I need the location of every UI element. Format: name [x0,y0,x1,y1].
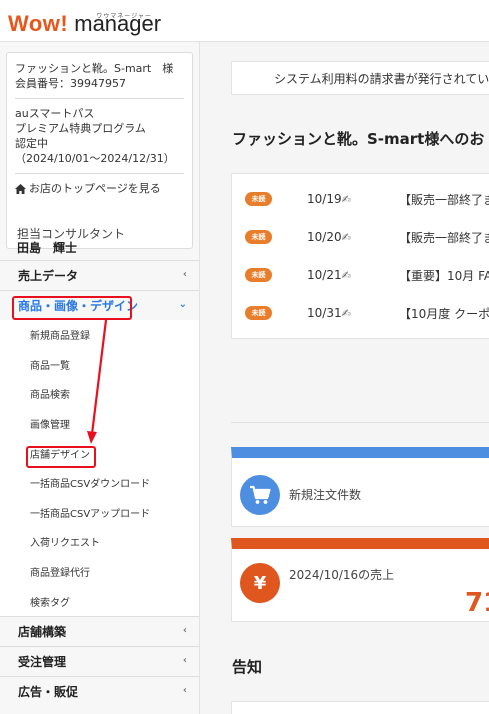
submenu-product-list[interactable]: 商品一覧 [0,350,199,380]
news-date: 10/21✍ [307,268,351,282]
sidebar: ファッションと靴。S-mart 様 会員番号：39947957 auスマートパス… [0,42,200,714]
daily-sales-value: 71 [465,588,489,618]
logo-manager: ワウマネージャー manager [74,12,161,36]
unread-badge: 未読 [245,230,272,244]
divider [15,98,184,99]
menu-order-management-label: 受注管理 [18,654,67,669]
products-submenu: 新規商品登録 商品一覧 商品検索 画像管理 店舗デザイン 一括商品CSVダウンロ… [0,320,199,616]
new-orders-label: 新規注文件数 [289,488,362,502]
menu-store-build-label: 店舗構築 [18,624,67,639]
unread-badge: 未読 [245,306,272,320]
menu-ads-promotion[interactable]: 広告・販促 ‹ [0,675,199,706]
program-period: （2024/10/01～2024/12/31） [15,152,175,165]
news-title: 【10月度 クーポン [399,306,489,321]
program-line-1: auスマートパス [15,107,95,120]
section-divider [231,422,489,423]
top-header: Wow! ワウマネージャー manager [0,0,489,42]
chevron-left-icon: ‹ [182,654,187,666]
program-status: 認定中 [15,137,48,150]
daily-sales-card[interactable]: ¥ 2024/10/16の売上 71 [231,538,489,622]
submenu-restock-request[interactable]: 入荷リクエスト [0,527,199,557]
submenu-store-design[interactable]: 店舗デザイン [0,438,199,468]
menu-products-images-design[interactable]: 商品・画像・デザイン ⌄ [0,290,199,320]
announcement-box [231,701,489,714]
pencil-icon: ✍ [341,269,351,282]
menu-order-management[interactable]: 受注管理 ‹ [0,645,199,676]
submenu-csv-upload[interactable]: 一括商品CSVアップロード [0,498,199,528]
news-item[interactable]: 未読 10/31✍ 【10月度 クーポン [245,305,489,321]
submenu-search-tags[interactable]: 検索タグ [0,586,199,616]
invoice-notice[interactable]: システム利用料の請求書が発行されてい [231,61,489,95]
submenu-csv-download[interactable]: 一括商品CSVダウンロード [0,468,199,498]
news-list: 未読 10/19✍ 【販売一部終了ま 未読 10/20✍ 【販売一部終了ま 未読… [231,173,489,339]
logo-ruby: ワウマネージャー [96,14,152,20]
menu-ads-label: 広告・販促 [18,684,79,699]
submenu-registration-agency[interactable]: 商品登録代行 [0,557,199,587]
news-title: 【販売一部終了ま [399,230,489,245]
menu-sales-data-label: 売上データ [18,269,79,283]
store-top-link[interactable]: お店のトップページを見る [15,181,184,196]
news-date: 10/19✍ [307,192,351,206]
news-date: 10/31✍ [307,306,351,320]
unread-badge: 未読 [245,268,272,282]
store-top-link-label: お店のトップページを見る [29,182,161,195]
news-item[interactable]: 未読 10/19✍ 【販売一部終了ま [245,191,489,207]
home-icon [15,183,26,194]
news-item[interactable]: 未読 10/21✍ 【重要】10月 FAS [245,267,489,283]
chevron-left-icon: ‹ [182,269,187,280]
unread-badge: 未読 [245,192,272,206]
invoice-notice-text: システム利用料の請求書が発行されてい [274,71,489,86]
divider [15,173,184,174]
logo-wow: Wow! [8,11,69,36]
shop-name: ファッションと靴。S-mart 様 [15,62,174,75]
pencil-icon: ✍ [341,307,351,320]
main-content: システム利用料の請求書が発行されてい ファッションと靴。S-mart様へのお 未… [200,42,489,714]
chevron-left-icon: ‹ [182,624,187,636]
shop-info-box: ファッションと靴。S-mart 様 会員番号：39947957 auスマートパス… [6,52,193,249]
chevron-down-icon: ⌄ [178,299,187,310]
news-title: 【重要】10月 FAS [399,268,489,283]
consultant-info: 担当コンサルタント 田島 輝士 [17,227,125,255]
pencil-icon: ✍ [341,193,351,206]
menu-sales-data[interactable]: 売上データ ‹ [0,260,199,290]
chevron-left-icon: ‹ [182,684,187,696]
new-orders-card[interactable]: 新規注文件数 [231,447,489,527]
yen-icon: ¥ [240,563,280,603]
announcement-heading: 告知 [232,658,263,676]
news-item[interactable]: 未読 10/20✍ 【販売一部終了ま [245,229,489,245]
news-title: 【販売一部終了ま [399,192,489,207]
submenu-image-management[interactable]: 画像管理 [0,409,199,439]
welcome-title: ファッションと靴。S-mart様へのお [232,130,485,148]
member-number: 会員番号：39947957 [15,77,126,90]
consultant-label: 担当コンサルタント [17,227,126,241]
pencil-icon: ✍ [341,231,351,244]
news-date: 10/20✍ [307,230,351,244]
menu-products-label: 商品・画像・デザイン [18,299,139,313]
sidebar-menu: 売上データ ‹ 商品・画像・デザイン ⌄ 新規商品登録 商品一覧 商品検索 画像… [0,260,199,706]
program-line-2: プレミアム特典プログラム [15,122,146,135]
app-logo[interactable]: Wow! ワウマネージャー manager [8,8,161,36]
menu-store-build[interactable]: 店舗構築 ‹ [0,615,199,646]
consultant-name: 田島 輝士 [17,241,78,255]
submenu-product-search[interactable]: 商品検索 [0,379,199,409]
daily-sales-label: 2024/10/16の売上 [289,568,395,582]
submenu-new-product[interactable]: 新規商品登録 [0,320,199,350]
cart-icon [240,475,280,515]
